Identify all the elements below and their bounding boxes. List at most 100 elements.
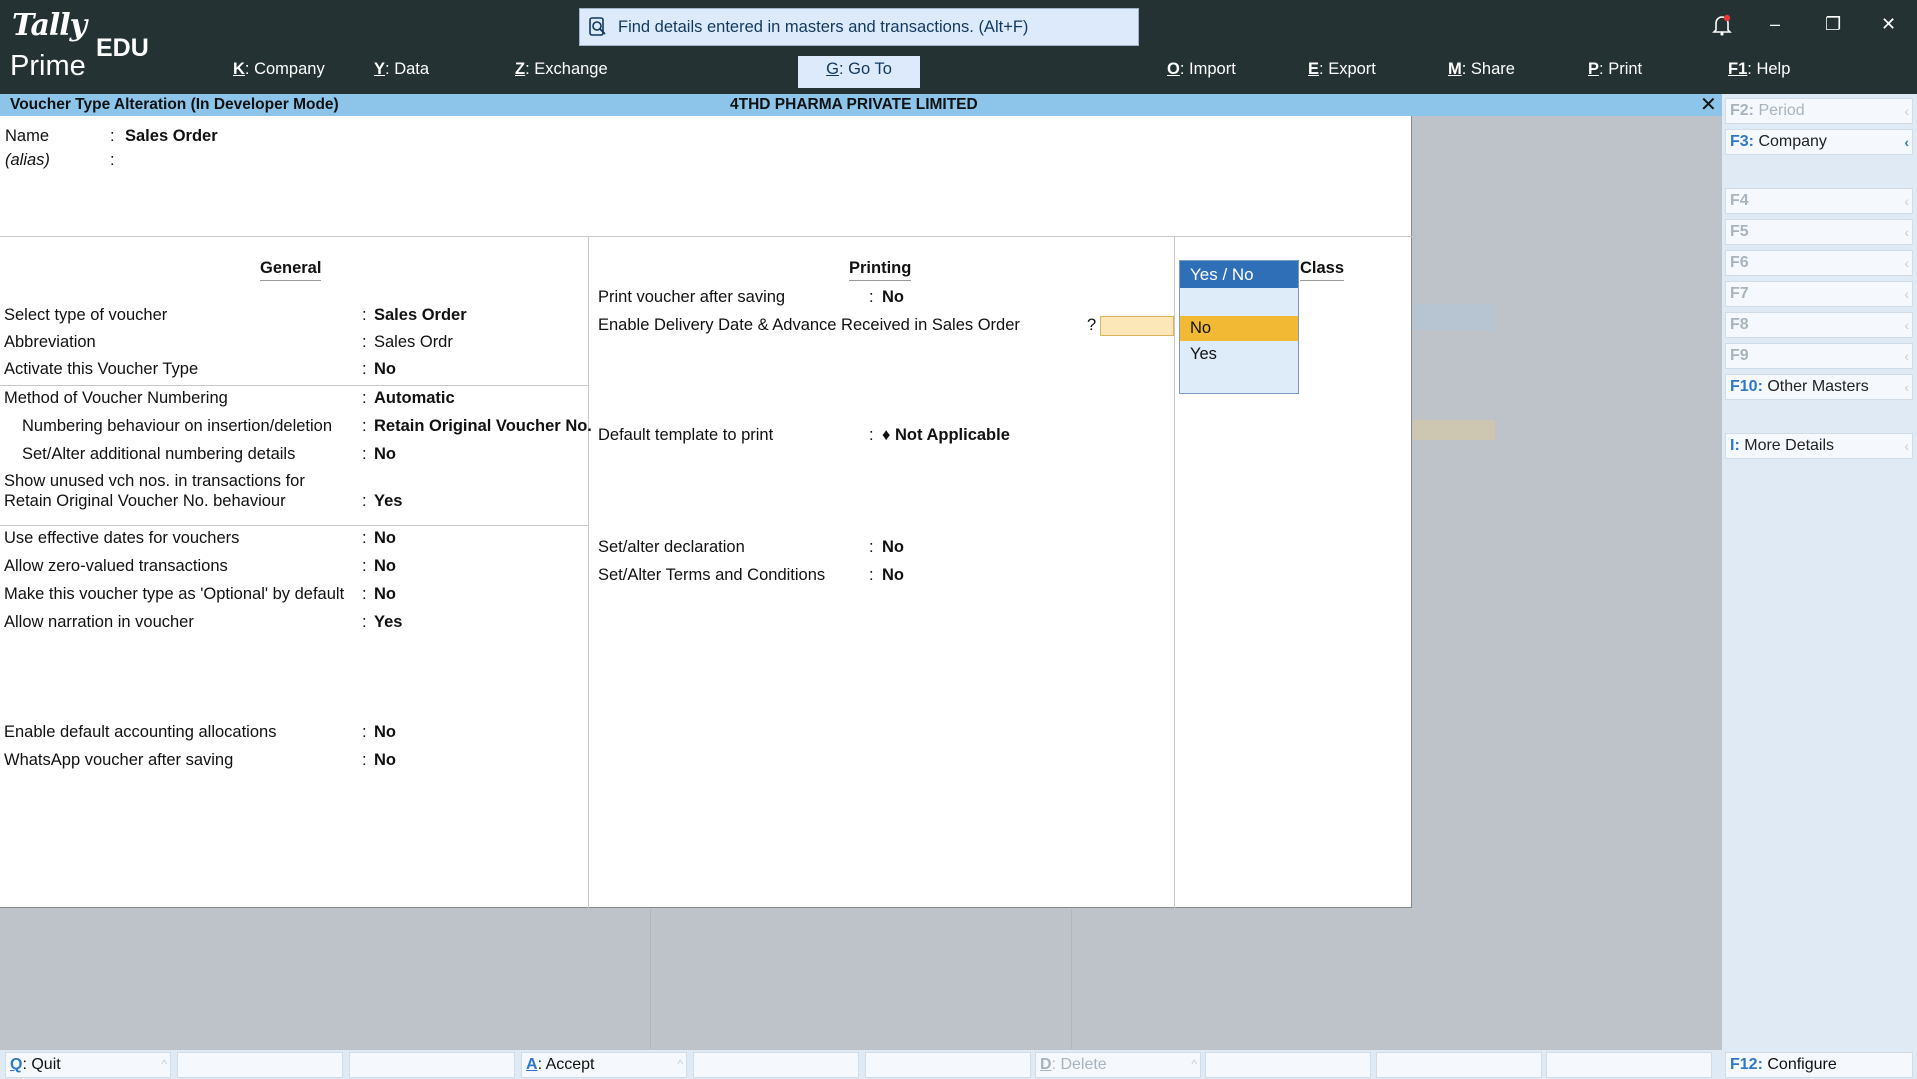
value-effective-dates[interactable]: No (374, 529, 396, 548)
minimize-button[interactable]: – (1770, 14, 1780, 35)
button-accept[interactable]: A: Accept ^ (521, 1052, 687, 1078)
label-accounting-allocations: Enable default accounting allocations (4, 723, 277, 741)
search-icon (589, 17, 606, 36)
sep: : (362, 557, 367, 575)
sep: : (362, 492, 367, 510)
menu-goto[interactable]: G: Go To (798, 56, 920, 88)
button-quit[interactable]: Q: Quit ^ (5, 1052, 171, 1078)
sep: : (362, 306, 367, 324)
value-delivery-date-prompt: ? (1087, 316, 1097, 334)
sep: : (869, 566, 874, 584)
menu-print[interactable]: P: Print (1588, 60, 1642, 79)
value-numbering-method[interactable]: Automatic (374, 389, 455, 408)
value-accounting-allocations[interactable]: No (374, 723, 396, 742)
delivery-date-input[interactable] (1100, 316, 1174, 336)
sep: : (362, 333, 367, 351)
close-icon[interactable]: ✕ (1700, 95, 1717, 115)
button-empty (865, 1052, 1031, 1078)
label-numbering-method: Method of Voucher Numbering (4, 389, 228, 407)
name-sep: : (110, 127, 115, 145)
button-empty (693, 1052, 859, 1078)
menu-data[interactable]: Y: Data (374, 60, 429, 79)
value-numbering-behaviour[interactable]: Retain Original Voucher No. (374, 417, 592, 436)
search-input[interactable]: Find details entered in masters and tran… (579, 8, 1139, 46)
label-whatsapp: WhatsApp voucher after saving (4, 751, 234, 769)
label-activate: Activate this Voucher Type (4, 360, 199, 378)
value-declaration[interactable]: No (882, 538, 904, 557)
menu-exchange[interactable]: Z: Exchange (515, 60, 608, 79)
sep: : (869, 538, 874, 556)
button-empty (1546, 1052, 1712, 1078)
sep: : (362, 723, 367, 741)
label-delivery-date: Enable Delivery Date & Advance Received … (598, 316, 1020, 334)
divider (0, 525, 588, 526)
button-f8[interactable]: F8 ‹ (1725, 312, 1913, 338)
button-f6[interactable]: F6 ‹ (1725, 250, 1913, 276)
value-activate[interactable]: No (374, 360, 396, 379)
menu-import[interactable]: O: Import (1167, 60, 1236, 79)
general-heading: General (260, 259, 322, 281)
label-abbreviation: Abbreviation (4, 333, 96, 351)
menu-help[interactable]: F1: Help (1728, 60, 1790, 79)
value-optional[interactable]: No (374, 585, 396, 604)
button-more-details[interactable]: I: More Details ‹ (1725, 433, 1913, 459)
label-print-after-saving: Print voucher after saving (598, 288, 786, 306)
button-empty (1205, 1052, 1371, 1078)
name-label: Name (5, 127, 50, 145)
company-name: 4THD PHARMA PRIVATE LIMITED (730, 96, 978, 113)
label-zero-valued: Allow zero-valued transactions (4, 557, 228, 575)
value-zero-valued[interactable]: No (374, 557, 396, 576)
value-select-type[interactable]: Sales Order (374, 306, 467, 325)
value-additional-numbering[interactable]: No (374, 445, 396, 464)
printing-heading: Printing (849, 259, 912, 281)
restore-button[interactable]: ❐ (1825, 14, 1841, 35)
column-divider (1174, 236, 1175, 908)
menu-share[interactable]: M: Share (1448, 60, 1515, 79)
value-default-template[interactable]: ♦ Not Applicable (882, 426, 1010, 445)
button-delete[interactable]: D: Delete ^ (1035, 1052, 1201, 1078)
button-f7[interactable]: F7 ‹ (1725, 281, 1913, 307)
yes-no-list-title: Yes / No (1180, 261, 1298, 288)
sep: : (362, 613, 367, 631)
search-placeholder: Find details entered in masters and tran… (618, 17, 1029, 36)
close-window-button[interactable]: ✕ (1881, 14, 1896, 35)
button-f5[interactable]: F5 ‹ (1725, 219, 1913, 245)
button-configure[interactable]: F12: Configure (1725, 1052, 1913, 1078)
button-empty (349, 1052, 515, 1078)
main-panel (0, 116, 1412, 908)
button-period[interactable]: F2: Period ‹ (1725, 98, 1913, 124)
label-terms: Set/Alter Terms and Conditions (598, 566, 826, 584)
value-whatsapp[interactable]: No (374, 751, 396, 770)
name-field[interactable]: Sales Order (125, 127, 218, 146)
value-terms[interactable]: No (882, 566, 904, 585)
value-show-unused[interactable]: Yes (374, 492, 402, 511)
button-f9[interactable]: F9 ‹ (1725, 343, 1913, 369)
value-narration[interactable]: Yes (374, 613, 402, 632)
background-divider (1071, 909, 1072, 1049)
background-bar (1413, 420, 1495, 440)
option-yes[interactable]: Yes (1180, 342, 1298, 367)
bell-icon[interactable] (1712, 14, 1732, 41)
label-declaration: Set/alter declaration (598, 538, 745, 556)
button-other-masters[interactable]: F10: Other Masters ‹ (1725, 374, 1913, 400)
button-company[interactable]: F3: Company ‹ (1725, 129, 1913, 155)
class-heading: Class (1300, 259, 1345, 281)
value-abbreviation[interactable]: Sales Ordr (374, 333, 453, 352)
sep: : (362, 751, 367, 769)
background-bar (1413, 304, 1495, 330)
button-empty (1376, 1052, 1542, 1078)
sep: : (362, 417, 367, 435)
menu-export[interactable]: E: Export (1308, 60, 1376, 79)
sep: : (362, 529, 367, 547)
option-no[interactable]: No (1180, 316, 1298, 341)
sep: : (869, 288, 874, 306)
label-show-unused: Show unused vch nos. in transactions for (4, 472, 305, 490)
sep: : (362, 360, 367, 378)
button-f4[interactable]: F4 ‹ (1725, 188, 1913, 214)
button-empty (177, 1052, 343, 1078)
menu-company[interactable]: K: Company (233, 60, 325, 79)
sep: : (362, 389, 367, 407)
divider (0, 236, 1412, 237)
value-print-after-saving[interactable]: No (882, 288, 904, 307)
alias-sep: : (110, 151, 115, 169)
